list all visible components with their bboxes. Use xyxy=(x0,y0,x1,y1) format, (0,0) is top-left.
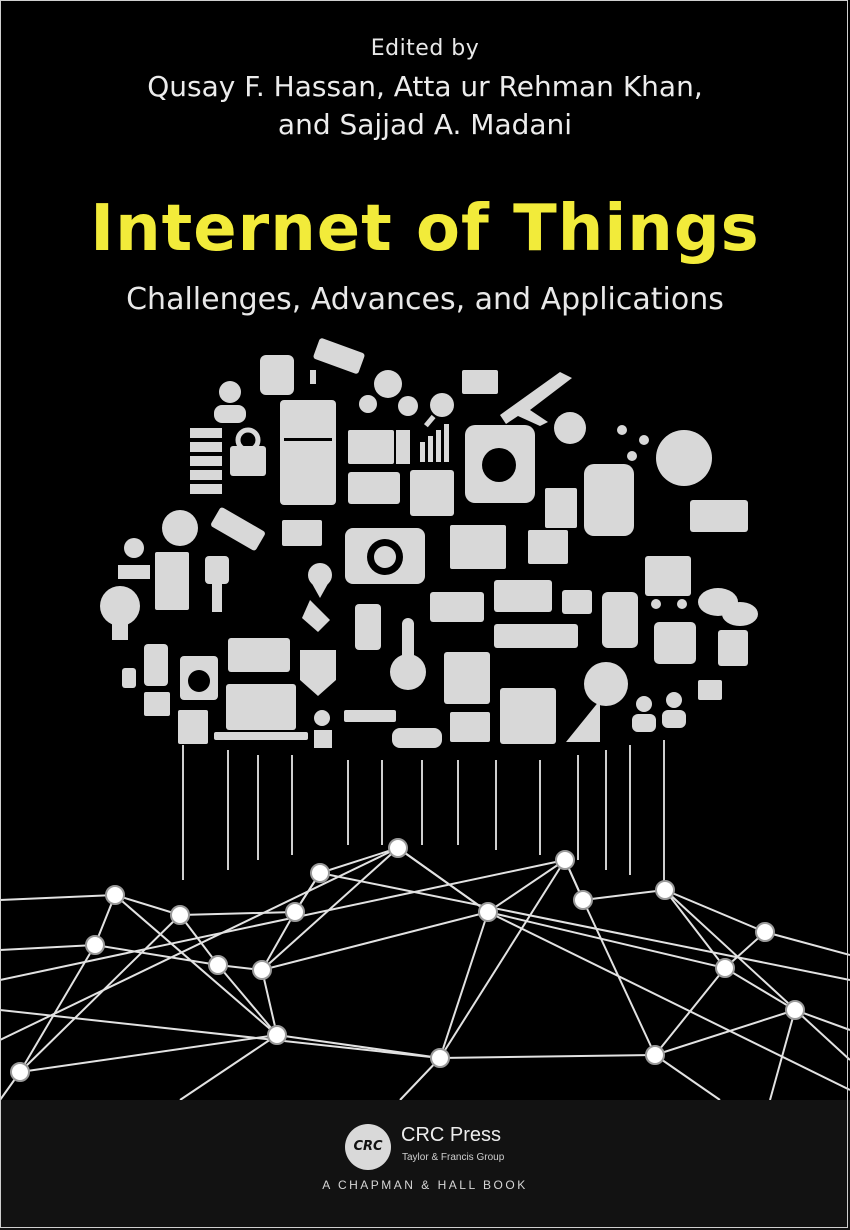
lock-icon xyxy=(230,427,266,476)
bar-chart-icon xyxy=(420,424,449,462)
iot-cloud-illustration xyxy=(0,338,850,1101)
cctv-camera-icon xyxy=(310,338,365,384)
washing-machine-icon xyxy=(180,656,218,700)
robot-arm-icon xyxy=(430,592,484,622)
camera-icon xyxy=(345,528,425,584)
document-icon xyxy=(178,710,208,744)
document-icon xyxy=(528,530,568,564)
delivery-truck-icon xyxy=(494,580,552,612)
alarm-clock-icon xyxy=(584,662,628,706)
rss-icon xyxy=(654,622,696,664)
rocket-icon xyxy=(302,600,330,632)
monitor-icon xyxy=(450,712,490,742)
magnifier-icon xyxy=(423,393,454,428)
door-icon xyxy=(155,552,189,610)
ship-icon xyxy=(494,624,578,648)
people-icon xyxy=(632,692,686,732)
router-icon xyxy=(344,710,396,722)
star-book-icon xyxy=(718,630,748,666)
car-icon xyxy=(392,728,442,748)
music-note-icon xyxy=(122,668,136,688)
server-icon xyxy=(190,428,222,494)
map-pin-icon xyxy=(118,538,150,579)
monitor-icon xyxy=(348,472,400,504)
gears-icon xyxy=(359,370,418,416)
film-icon xyxy=(545,488,577,528)
flower-pot-icon xyxy=(314,710,332,748)
book-cover: Edited by Qusay F. Hassan, Atta ur Rehma… xyxy=(0,0,850,1230)
user-icon xyxy=(214,381,246,423)
icon-cloud xyxy=(100,338,758,748)
globe-icon xyxy=(162,510,198,546)
star-book-icon xyxy=(444,652,490,704)
cpu-icon xyxy=(698,680,722,700)
shopping-cart-icon xyxy=(645,556,691,609)
growth-chart-icon xyxy=(566,700,600,742)
coffee-machine-icon xyxy=(500,688,556,744)
publisher-group: Taylor & Francis Group xyxy=(402,1152,505,1163)
chat-bubbles-icon xyxy=(698,588,758,626)
satellite-icon xyxy=(211,507,265,551)
faucet-icon xyxy=(562,590,592,614)
video-player-icon xyxy=(228,638,290,672)
snowflake-icon xyxy=(554,412,586,444)
smartwatch-icon xyxy=(584,464,634,536)
satellite-dish-icon xyxy=(656,430,712,486)
envelope-icon xyxy=(462,370,498,394)
publisher-name: CRC Press xyxy=(401,1124,502,1146)
imprint-label: A CHAPMAN & HALL BOOK xyxy=(322,1178,528,1192)
plug-icon xyxy=(205,556,229,612)
tablet-icon xyxy=(602,592,638,648)
shield-check-icon xyxy=(300,650,336,696)
layers-icon xyxy=(410,470,454,516)
smartphone-icon xyxy=(144,644,168,686)
thermometer-icon xyxy=(390,618,426,690)
crc-logo-icon: CRC xyxy=(345,1124,391,1170)
phone-icon xyxy=(355,604,381,650)
refrigerator-icon xyxy=(280,400,336,505)
video-player-icon xyxy=(690,500,748,532)
computer-icon xyxy=(348,430,410,464)
laptop-icon xyxy=(214,684,308,740)
light-bulb-icon xyxy=(100,586,140,640)
connector-lines xyxy=(182,740,665,885)
database-icon xyxy=(260,355,294,395)
location-icon xyxy=(308,563,332,598)
stand-mixer-icon xyxy=(465,425,535,503)
envelope-icon xyxy=(282,520,322,546)
network-graph-icon xyxy=(617,425,649,461)
server-icon xyxy=(144,692,170,716)
growth-chart-icon xyxy=(450,525,506,569)
